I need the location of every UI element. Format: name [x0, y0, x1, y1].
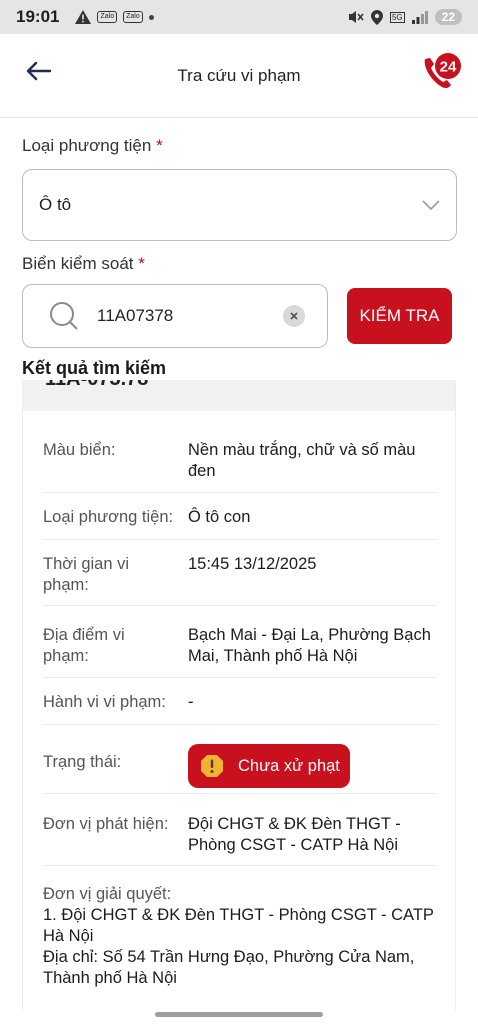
- hotline-24-icon[interactable]: 24: [418, 50, 464, 94]
- home-indicator[interactable]: [155, 1012, 323, 1017]
- detail-row-detecting-unit: Đơn vị phát hiện: Đội CHGT & ĐK Đèn THGT…: [43, 814, 436, 866]
- plate-number: 11A-073.78: [45, 380, 148, 391]
- plate-label-text: Biển kiểm soát: [22, 254, 134, 273]
- detail-value: Bạch Mai - Đại La, Phường Bạch Mai, Thàn…: [188, 626, 431, 665]
- zalo-notification-icon: Zalo: [97, 11, 118, 23]
- required-mark: *: [156, 136, 163, 155]
- resolving-unit-name: 1. Đội CHGT & ĐK Đèn THGT - Phòng CSGT -…: [43, 906, 434, 945]
- vehicle-type-label-text: Loại phương tiện: [22, 136, 152, 155]
- warning-hexagon-icon: [201, 755, 223, 777]
- resolving-unit-section: Đơn vị giải quyết: 1. Đội CHGT & ĐK Đèn …: [43, 884, 443, 989]
- zalo-notification-icon-2: Zalo: [123, 11, 143, 23]
- result-card-header: 11A-073.78: [23, 380, 455, 411]
- detail-row-violation: Hành vi vi phạm: -: [43, 692, 436, 725]
- result-card: 11A-073.78 Màu biển: Nền màu trắng, chữ …: [22, 380, 456, 1010]
- vehicle-type-label: Loại phương tiện *: [22, 136, 163, 156]
- vehicle-type-value: Ô tô: [39, 195, 72, 214]
- detail-row-plate-color: Màu biển: Nền màu trắng, chữ và số màu đ…: [43, 440, 436, 493]
- detail-label: Trạng thái:: [43, 753, 122, 771]
- page-title: Tra cứu vi phạm: [177, 66, 301, 85]
- detail-label: Loại phương tiện:: [43, 508, 174, 526]
- plate-input-value: 11A07378: [97, 306, 174, 325]
- plate-label: Biển kiểm soát *: [22, 254, 145, 274]
- clear-input-button[interactable]: [283, 305, 305, 327]
- detail-row-location: Địa điểm vi phạm: Bạch Mai - Đại La, Phư…: [43, 625, 436, 678]
- plate-search-input[interactable]: 11A07378: [22, 284, 328, 348]
- hotline-badge-text: 24: [440, 59, 457, 76]
- status-bar-left: 19:01 Zalo Zalo: [16, 7, 154, 27]
- status-bar-right: 5G 22: [348, 9, 462, 25]
- app-header: Tra cứu vi phạm 24: [0, 34, 478, 118]
- required-mark-2: *: [138, 254, 145, 273]
- network-type-icon: 5G: [389, 11, 405, 23]
- results-title: Kết quả tìm kiếm: [22, 358, 167, 379]
- location-icon: [370, 9, 383, 25]
- detail-label: Thời gian vi phạm:: [43, 555, 130, 594]
- detail-row-vehicle-type: Loại phương tiện: Ô tô con: [43, 507, 436, 540]
- detail-value: Nền màu trắng, chữ và số màu đen: [188, 441, 416, 480]
- resolving-unit-address: Địa chỉ: Số 54 Trần Hưng Đạo, Phường Cửa…: [43, 948, 415, 987]
- detail-value: Đội CHGT & ĐK Đèn THGT - Phòng CSGT - CA…: [188, 815, 401, 854]
- vehicle-type-select[interactable]: Ô tô: [22, 169, 457, 241]
- detail-row-status: Trạng thái: Chưa xử phạt: [43, 744, 436, 794]
- detail-value: -: [188, 693, 194, 711]
- status-time: 19:01: [16, 7, 60, 26]
- detail-value: Ô tô con: [188, 508, 251, 526]
- chevron-down-icon: [422, 200, 440, 210]
- signal-icon: [411, 10, 428, 24]
- warning-triangle-icon: [75, 10, 92, 24]
- check-button[interactable]: KIỂM TRA: [347, 288, 452, 344]
- close-icon: [290, 312, 298, 320]
- detail-row-time: Thời gian vi phạm: 15:45 13/12/2025: [43, 554, 436, 606]
- detail-label: Đơn vị phát hiện:: [43, 815, 169, 833]
- search-icon: [50, 302, 78, 330]
- status-badge: Chưa xử phạt: [188, 744, 350, 788]
- battery-icon: 22: [434, 9, 462, 25]
- detail-label: Màu biển:: [43, 441, 116, 459]
- detail-value: 15:45 13/12/2025: [188, 555, 317, 573]
- resolving-unit-label: Đơn vị giải quyết:: [43, 885, 172, 903]
- mute-icon: [348, 11, 364, 23]
- detail-label: Hành vi vi phạm:: [43, 693, 166, 711]
- more-notifications-dot-icon: [148, 14, 154, 20]
- detail-label: Địa điểm vi phạm:: [43, 626, 125, 665]
- status-badge-text: Chưa xử phạt: [238, 756, 340, 775]
- status-bar: 19:01 Zalo Zalo 5G 22: [0, 0, 478, 34]
